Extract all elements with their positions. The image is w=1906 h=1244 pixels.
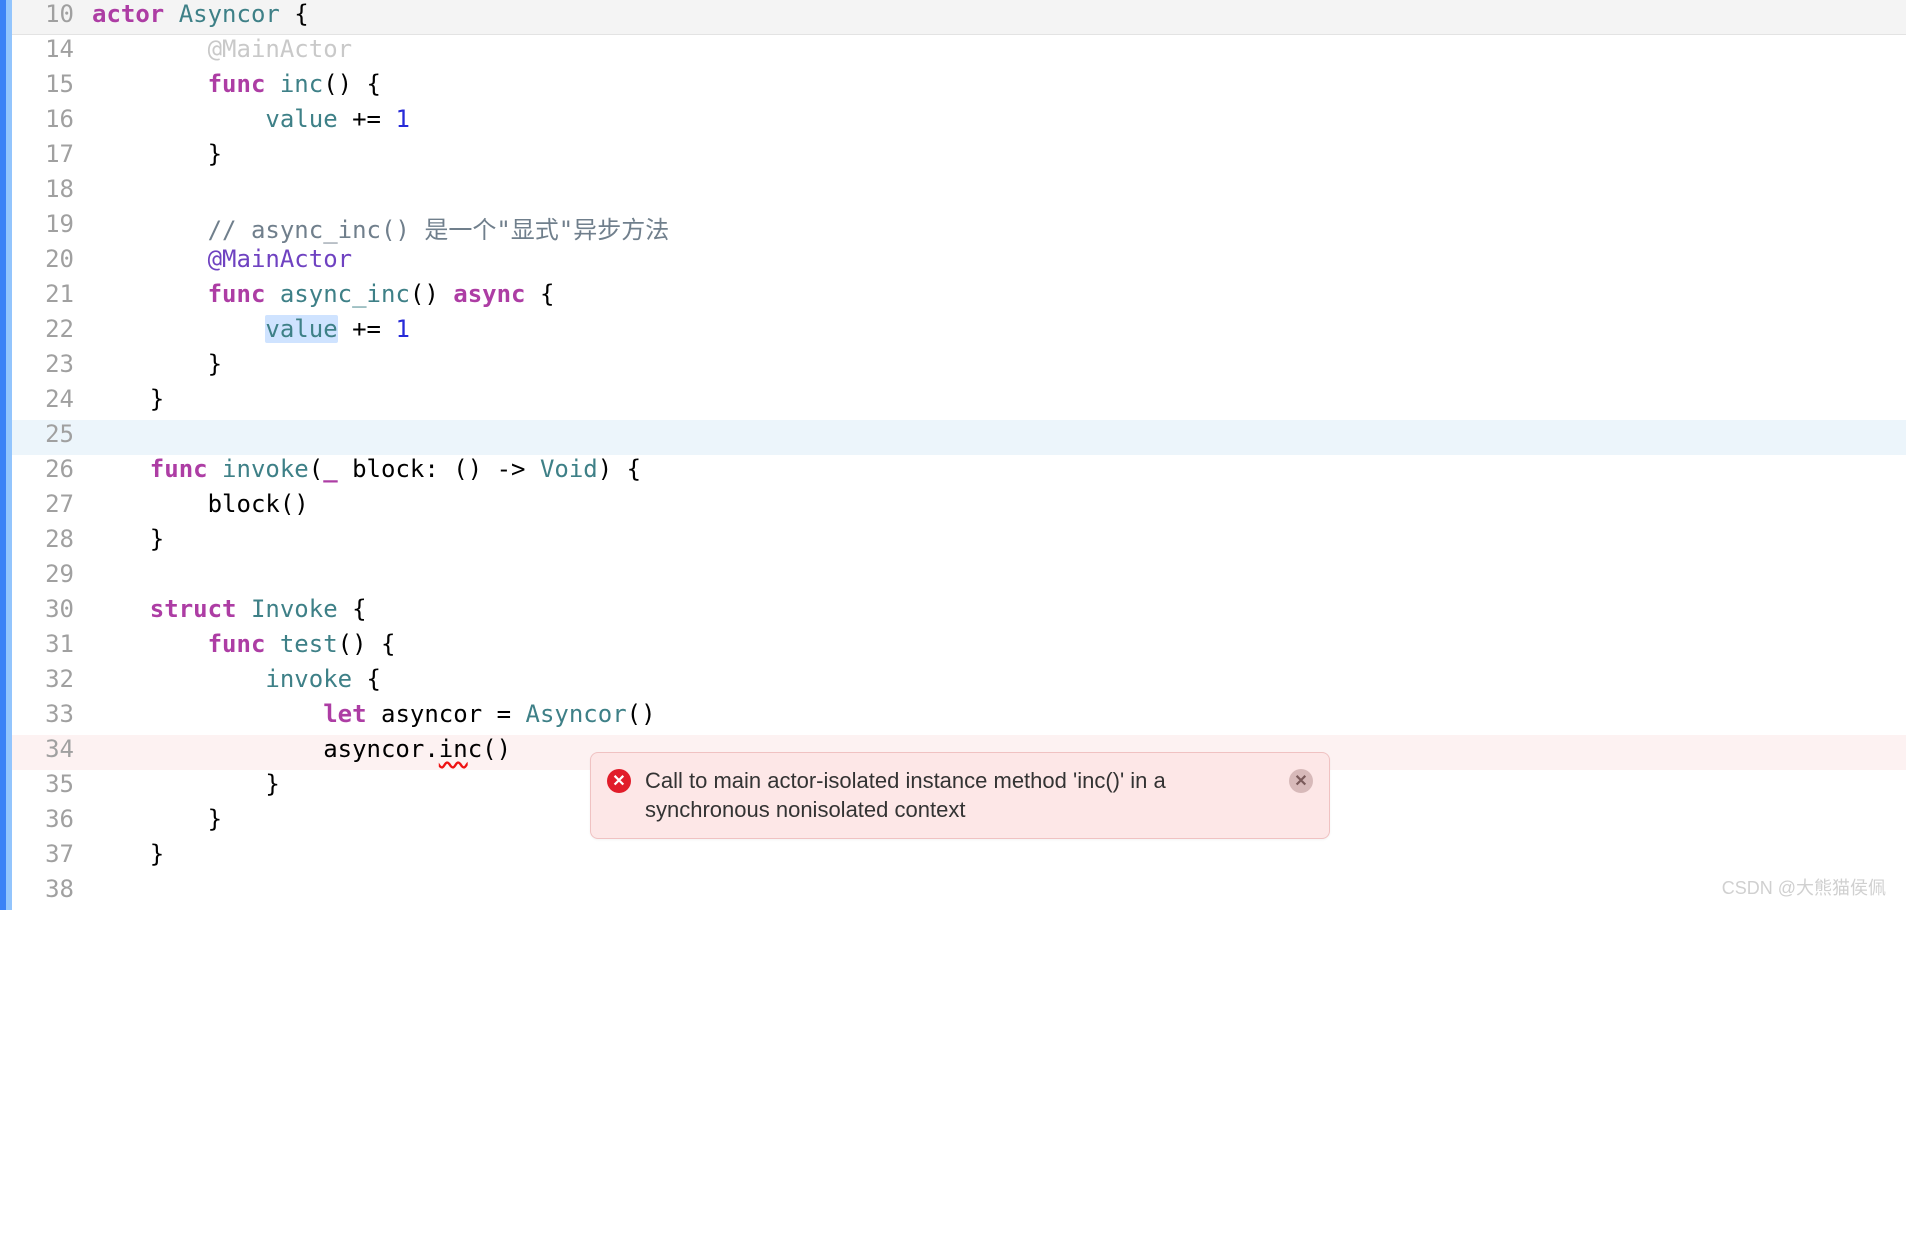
code-line-row[interactable]: 17 } <box>12 140 1906 175</box>
line-number: 30 <box>12 595 92 630</box>
code-line[interactable]: func inc() { <box>92 70 1906 105</box>
code-line-row[interactable]: 18 <box>12 175 1906 210</box>
line-number: 38 <box>12 875 92 910</box>
line-number: 31 <box>12 630 92 665</box>
code-line-row[interactable]: 22 value += 1 <box>12 315 1906 350</box>
error-icon: ✕ <box>607 769 631 793</box>
code-line[interactable] <box>92 875 1906 910</box>
code-line-row[interactable]: 32 invoke { <box>12 665 1906 700</box>
code-line-row[interactable]: 15 func inc() { <box>12 70 1906 105</box>
code-line-row[interactable]: 33 let asyncor = Asyncor() <box>12 700 1906 735</box>
code-line[interactable]: invoke { <box>92 665 1906 700</box>
code-line[interactable]: // async_inc() 是一个"显式"异步方法 <box>92 210 1906 245</box>
line-number: 17 <box>12 140 92 175</box>
line-number: 23 <box>12 350 92 385</box>
code-line[interactable]: @MainActor <box>92 245 1906 280</box>
code-line-row[interactable]: 38 <box>12 875 1906 910</box>
error-diagnostic-popup[interactable]: ✕ Call to main actor-isolated instance m… <box>590 752 1330 839</box>
code-line-row[interactable]: 24 } <box>12 385 1906 420</box>
line-number: 29 <box>12 560 92 595</box>
code-line[interactable]: } <box>92 140 1906 175</box>
line-number: 36 <box>12 805 92 840</box>
code-line[interactable]: } <box>92 840 1906 875</box>
code-line[interactable]: func async_inc() async { <box>92 280 1906 315</box>
line-number: 26 <box>12 455 92 490</box>
change-marker-stripes <box>0 0 12 910</box>
code-line[interactable]: actor Asyncor { <box>92 0 1906 34</box>
line-number: 14 <box>12 35 92 70</box>
code-line[interactable]: } <box>92 385 1906 420</box>
line-number: 19 <box>12 210 92 245</box>
code-line-row[interactable]: 28 } <box>12 525 1906 560</box>
line-number: 20 <box>12 245 92 280</box>
line-number: 15 <box>12 70 92 105</box>
line-number: 34 <box>12 735 92 770</box>
code-line[interactable]: func invoke(_ block: () -> Void) { <box>92 455 1906 490</box>
line-number: 25 <box>12 420 92 455</box>
line-number: 28 <box>12 525 92 560</box>
code-line-row[interactable]: 19 // async_inc() 是一个"显式"异步方法 <box>12 210 1906 245</box>
line-number: 16 <box>12 105 92 140</box>
line-number: 37 <box>12 840 92 875</box>
code-line-row[interactable]: 29 <box>12 560 1906 595</box>
line-number: 27 <box>12 490 92 525</box>
line-number: 21 <box>12 280 92 315</box>
code-line-row[interactable]: 30 struct Invoke { <box>12 595 1906 630</box>
line-number: 33 <box>12 700 92 735</box>
code-line[interactable]: let asyncor = Asyncor() <box>92 700 1906 735</box>
code-line-row[interactable]: 20 @MainActor <box>12 245 1906 280</box>
code-line-row[interactable]: 25 <box>12 420 1906 455</box>
line-number: 18 <box>12 175 92 210</box>
code-line[interactable]: @MainActor <box>92 35 1906 70</box>
code-line-row[interactable]: 21 func async_inc() async { <box>12 280 1906 315</box>
code-line[interactable]: struct Invoke { <box>92 595 1906 630</box>
watermark: CSDN @大熊猫侯佩 <box>1722 874 1886 900</box>
close-icon[interactable]: ✕ <box>1289 769 1313 793</box>
line-number: 22 <box>12 315 92 350</box>
code-line[interactable]: } <box>92 350 1906 385</box>
code-line[interactable] <box>92 420 1906 455</box>
error-message: Call to main actor-isolated instance met… <box>645 767 1275 824</box>
code-line-row[interactable]: 31 func test() { <box>12 630 1906 665</box>
code-line[interactable]: block() <box>92 490 1906 525</box>
code-line[interactable]: value += 1 <box>92 105 1906 140</box>
line-number: 24 <box>12 385 92 420</box>
code-line-row[interactable]: 37 } <box>12 840 1906 875</box>
code-line-row[interactable]: 14 @MainActor <box>12 35 1906 70</box>
pinned-context-line[interactable]: 10actor Asyncor { <box>12 0 1906 35</box>
code-line[interactable]: } <box>92 525 1906 560</box>
code-line[interactable] <box>92 560 1906 595</box>
code-line-row[interactable]: 26 func invoke(_ block: () -> Void) { <box>12 455 1906 490</box>
code-line[interactable]: func test() { <box>92 630 1906 665</box>
line-number: 10 <box>12 0 92 34</box>
line-number: 32 <box>12 665 92 700</box>
code-line-row[interactable]: 16 value += 1 <box>12 105 1906 140</box>
code-line[interactable] <box>92 175 1906 210</box>
code-line-row[interactable]: 27 block() <box>12 490 1906 525</box>
code-line-row[interactable]: 23 } <box>12 350 1906 385</box>
code-line[interactable]: value += 1 <box>92 315 1906 350</box>
line-number: 35 <box>12 770 92 805</box>
